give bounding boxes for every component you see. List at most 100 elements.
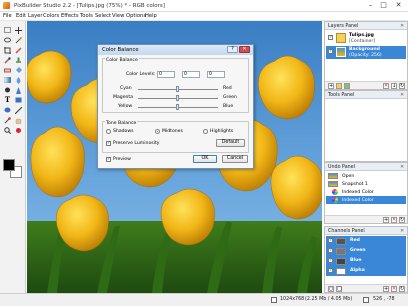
channel-row-green[interactable]: ✓ Green — [326, 246, 406, 256]
pencil-icon[interactable] — [14, 46, 23, 54]
yellow-blue-slider-thumb[interactable] — [176, 104, 179, 110]
undo-thumbnail — [328, 173, 338, 179]
midtones-radio[interactable] — [155, 129, 160, 134]
text-icon[interactable]: T — [3, 96, 12, 104]
load-selection-icon[interactable]: ○ — [328, 286, 334, 292]
zoom-icon[interactable] — [3, 126, 12, 134]
undo-item[interactable]: Indexed Color — [326, 188, 406, 196]
layers-panel-footer: + ✕ ↓ ↻ — [325, 81, 407, 89]
color-level-cyan-red[interactable]: 0 — [157, 71, 175, 78]
undo-panel-footer: + ✕ ↻ — [325, 215, 407, 223]
red-eye-icon[interactable] — [14, 126, 23, 134]
menu-file[interactable]: File — [3, 13, 12, 19]
blur-icon[interactable] — [14, 76, 23, 84]
gradient-icon[interactable] — [3, 76, 12, 84]
color-level-yellow-blue[interactable]: 0 — [207, 71, 225, 78]
cyan-red-slider-thumb[interactable] — [176, 86, 179, 92]
undo-options-icon[interactable]: ↻ — [399, 217, 405, 223]
crop-icon[interactable] — [3, 46, 12, 54]
layers-panel-header[interactable]: Layers Panel ✕ — [325, 22, 407, 30]
menu-view[interactable]: View — [112, 13, 124, 19]
new-channel-icon[interactable]: + — [383, 286, 389, 292]
menu-edit[interactable]: Edit — [16, 13, 26, 19]
default-button[interactable]: Default — [216, 139, 245, 147]
channel-label: Red — [350, 238, 360, 243]
hand-icon[interactable] — [14, 116, 23, 124]
layer-name: Tulips.jpg — [349, 33, 374, 38]
channel-visibility-checkbox[interactable]: ✓ — [328, 248, 333, 253]
color-level-magenta-green[interactable]: 0 — [182, 71, 200, 78]
preview-checkbox[interactable]: ✓ — [106, 157, 111, 162]
channel-options-icon[interactable]: ↻ — [399, 286, 405, 292]
move-icon[interactable] — [14, 26, 23, 34]
channel-row-alpha[interactable]: ✓ Alpha — [326, 266, 406, 276]
channel-visibility-checkbox[interactable]: ✓ — [328, 268, 333, 273]
delete-snapshot-icon[interactable]: ✕ — [391, 217, 397, 223]
magenta-green-slider-thumb[interactable] — [176, 95, 179, 101]
dodge-icon[interactable] — [3, 86, 12, 94]
foreground-color-swatch[interactable] — [3, 159, 15, 171]
layer-visibility-checkbox[interactable]: ✓ — [328, 35, 333, 40]
menu-layer[interactable]: Layer — [28, 13, 42, 19]
ellipse-icon[interactable] — [3, 106, 12, 114]
slider-cyan-label: Cyan — [120, 86, 132, 91]
dialog-title-bar[interactable]: Color Balance ? ✕ — [98, 45, 253, 55]
channel-visibility-checkbox[interactable]: ✓ — [328, 258, 333, 263]
image-size-icon — [271, 297, 277, 303]
layer-row-background[interactable]: ✓ Background (Opacity: 256) — [326, 46, 406, 59]
menu-select[interactable]: Select — [95, 13, 111, 19]
undo-item-selected[interactable]: Indexed Color — [326, 196, 406, 204]
save-selection-icon[interactable]: ▢ — [336, 286, 342, 292]
menu-help[interactable]: Help — [145, 13, 157, 19]
minimize-icon[interactable]: – — [364, 1, 377, 10]
highlights-radio[interactable] — [203, 129, 208, 134]
bucket-icon[interactable] — [14, 66, 23, 74]
layer-visibility-checkbox[interactable]: ✓ — [328, 49, 333, 54]
select-rect-icon[interactable] — [3, 26, 12, 34]
sharpen-icon[interactable] — [14, 86, 23, 94]
close-icon[interactable]: ✕ — [391, 1, 406, 10]
channel-row-blue[interactable]: ✓ Blue — [326, 256, 406, 266]
channel-row-red[interactable]: ✓ Red — [326, 236, 406, 246]
dialog-help-icon[interactable]: ? — [227, 46, 238, 53]
brush-icon[interactable] — [3, 56, 12, 64]
new-group-icon[interactable] — [336, 83, 342, 89]
tools-panel-close-icon[interactable]: ✕ — [400, 92, 404, 98]
ok-button[interactable]: OK — [193, 155, 217, 163]
undo-panel-header[interactable]: Undo Panel ✕ — [325, 163, 407, 171]
shape-icon[interactable] — [14, 96, 23, 104]
menu-tools[interactable]: Tools — [80, 13, 93, 19]
shadows-radio[interactable] — [106, 129, 111, 134]
tools-panel-header[interactable]: Tools Panel ✕ — [325, 91, 407, 99]
clone-stamp-icon[interactable] — [14, 56, 23, 64]
layer-options-icon[interactable]: ↻ — [399, 83, 405, 89]
cancel-button[interactable]: Cancel — [222, 155, 248, 163]
menu-colors[interactable]: Colors — [43, 13, 59, 19]
eraser-icon[interactable] — [3, 66, 12, 74]
channels-panel-header[interactable]: Channels Panel ✕ — [325, 227, 407, 235]
maximize-icon[interactable]: □ — [377, 1, 390, 10]
undo-panel-close-icon[interactable]: ✕ — [400, 164, 404, 170]
magic-wand-icon[interactable] — [14, 36, 23, 44]
color-picker-icon[interactable] — [3, 116, 12, 124]
delete-layer-icon[interactable]: ✕ — [383, 83, 389, 89]
dialog-close-icon[interactable]: ✕ — [239, 46, 250, 53]
channels-panel-close-icon[interactable]: ✕ — [400, 228, 404, 234]
line-icon[interactable] — [14, 106, 23, 114]
menu-effects[interactable]: Effects — [61, 13, 79, 19]
layer-row-container[interactable]: ✓ Tulips.jpg [Container] — [326, 32, 406, 45]
new-snapshot-icon[interactable]: + — [383, 217, 389, 223]
preserve-luminosity-checkbox[interactable]: ✓ — [106, 141, 111, 146]
layers-panel-close-icon[interactable]: ✕ — [400, 23, 404, 29]
undo-item[interactable]: Open — [326, 172, 406, 180]
menu-options[interactable]: Options — [126, 13, 146, 19]
channels-panel-footer: ○ ▢ + ✕ ↻ — [325, 284, 407, 292]
channel-visibility-checkbox[interactable]: ✓ — [328, 238, 333, 243]
channels-panel-title: Channels Panel — [328, 228, 365, 234]
delete-channel-icon[interactable]: ✕ — [391, 286, 397, 292]
layer-properties-icon[interactable]: ↓ — [391, 83, 397, 89]
lasso-icon[interactable] — [3, 36, 12, 44]
new-layer-icon[interactable]: + — [328, 83, 334, 89]
duplicate-layer-icon[interactable] — [344, 83, 350, 89]
undo-item[interactable]: Snapshot 1 — [326, 180, 406, 188]
